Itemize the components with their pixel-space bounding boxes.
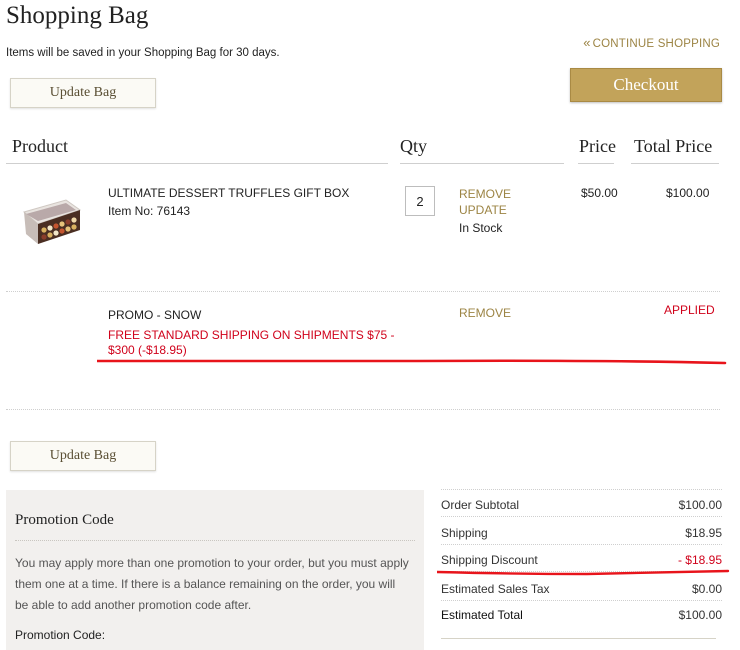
subtotal-value: $100.00 — [678, 498, 722, 512]
shipping-value: $18.95 — [685, 526, 722, 540]
promotion-divider — [15, 540, 415, 541]
continue-shopping-label: CONTINUE SHOPPING — [592, 38, 720, 50]
promo-description: FREE STANDARD SHIPPING ON SHIPMENTS $75 … — [108, 328, 395, 357]
summary-row-tax: Estimated Sales Tax $0.00 — [441, 578, 722, 601]
checkout-button[interactable]: Checkout — [570, 68, 722, 102]
promo-applied-badge: APPLIED — [664, 303, 715, 317]
tax-label: Estimated Sales Tax — [441, 582, 550, 596]
col-header-product: Product — [12, 136, 68, 156]
remove-promo-link[interactable]: REMOVE — [459, 306, 511, 320]
stock-status: In Stock — [459, 221, 503, 235]
summary-row-subtotal: Order Subtotal $100.00 — [441, 494, 722, 517]
col-header-qty: Qty — [400, 136, 427, 156]
update-item-link[interactable]: UPDATE — [459, 203, 507, 217]
saved-note: Items will be saved in your Shopping Bag… — [6, 47, 280, 59]
header-divider-total — [631, 163, 719, 164]
update-bag-button-top[interactable]: Update Bag — [10, 78, 156, 108]
col-header-total-price: Total Price — [634, 136, 713, 156]
product-name[interactable]: ULTIMATE DESSERT TRUFFLES GIFT BOX — [108, 186, 349, 200]
red-underline-annotation — [97, 359, 727, 365]
total-value: $100.00 — [678, 608, 722, 622]
shipping-discount-value: - $18.95 — [677, 553, 722, 567]
page-title: Shopping Bag — [6, 2, 149, 29]
product-item-no: Item No: 76143 — [108, 204, 191, 218]
header-divider-price — [578, 163, 614, 164]
col-header-price: Price — [579, 136, 616, 156]
red-underline-annotation-2 — [437, 569, 730, 576]
promotion-code-label: Promotion Code: — [15, 628, 106, 642]
truffle-box-image[interactable] — [20, 190, 82, 246]
promo-name: PROMO - SNOW — [108, 308, 202, 322]
summary-top-divider — [441, 489, 722, 490]
tax-value: $0.00 — [691, 582, 722, 596]
update-bag-button-bottom[interactable]: Update Bag — [10, 441, 156, 471]
row-divider — [6, 291, 720, 292]
summary-row-total: Estimated Total $100.00 — [441, 604, 722, 626]
subtotal-label: Order Subtotal — [441, 498, 520, 512]
shipping-label: Shipping — [441, 526, 488, 540]
continue-shopping-link[interactable]: «CONTINUE SHOPPING — [583, 35, 720, 50]
remove-item-link[interactable]: REMOVE — [459, 187, 511, 201]
summary-row-shipping: Shipping $18.95 — [441, 522, 722, 545]
double-chevron-left-icon: « — [583, 35, 591, 50]
quantity-input[interactable]: 2 — [405, 186, 435, 216]
item-total-price: $100.00 — [666, 186, 710, 200]
item-price: $50.00 — [581, 186, 618, 200]
promotion-help-text: You may apply more than one promotion to… — [15, 556, 409, 612]
header-divider-product — [6, 163, 388, 164]
summary-bottom-divider — [441, 638, 716, 639]
row-divider-2 — [6, 409, 720, 410]
header-divider-qty — [400, 163, 564, 164]
total-label: Estimated Total — [441, 608, 523, 622]
promotion-code-title: Promotion Code — [15, 512, 114, 528]
shipping-discount-label: Shipping Discount — [441, 553, 538, 567]
